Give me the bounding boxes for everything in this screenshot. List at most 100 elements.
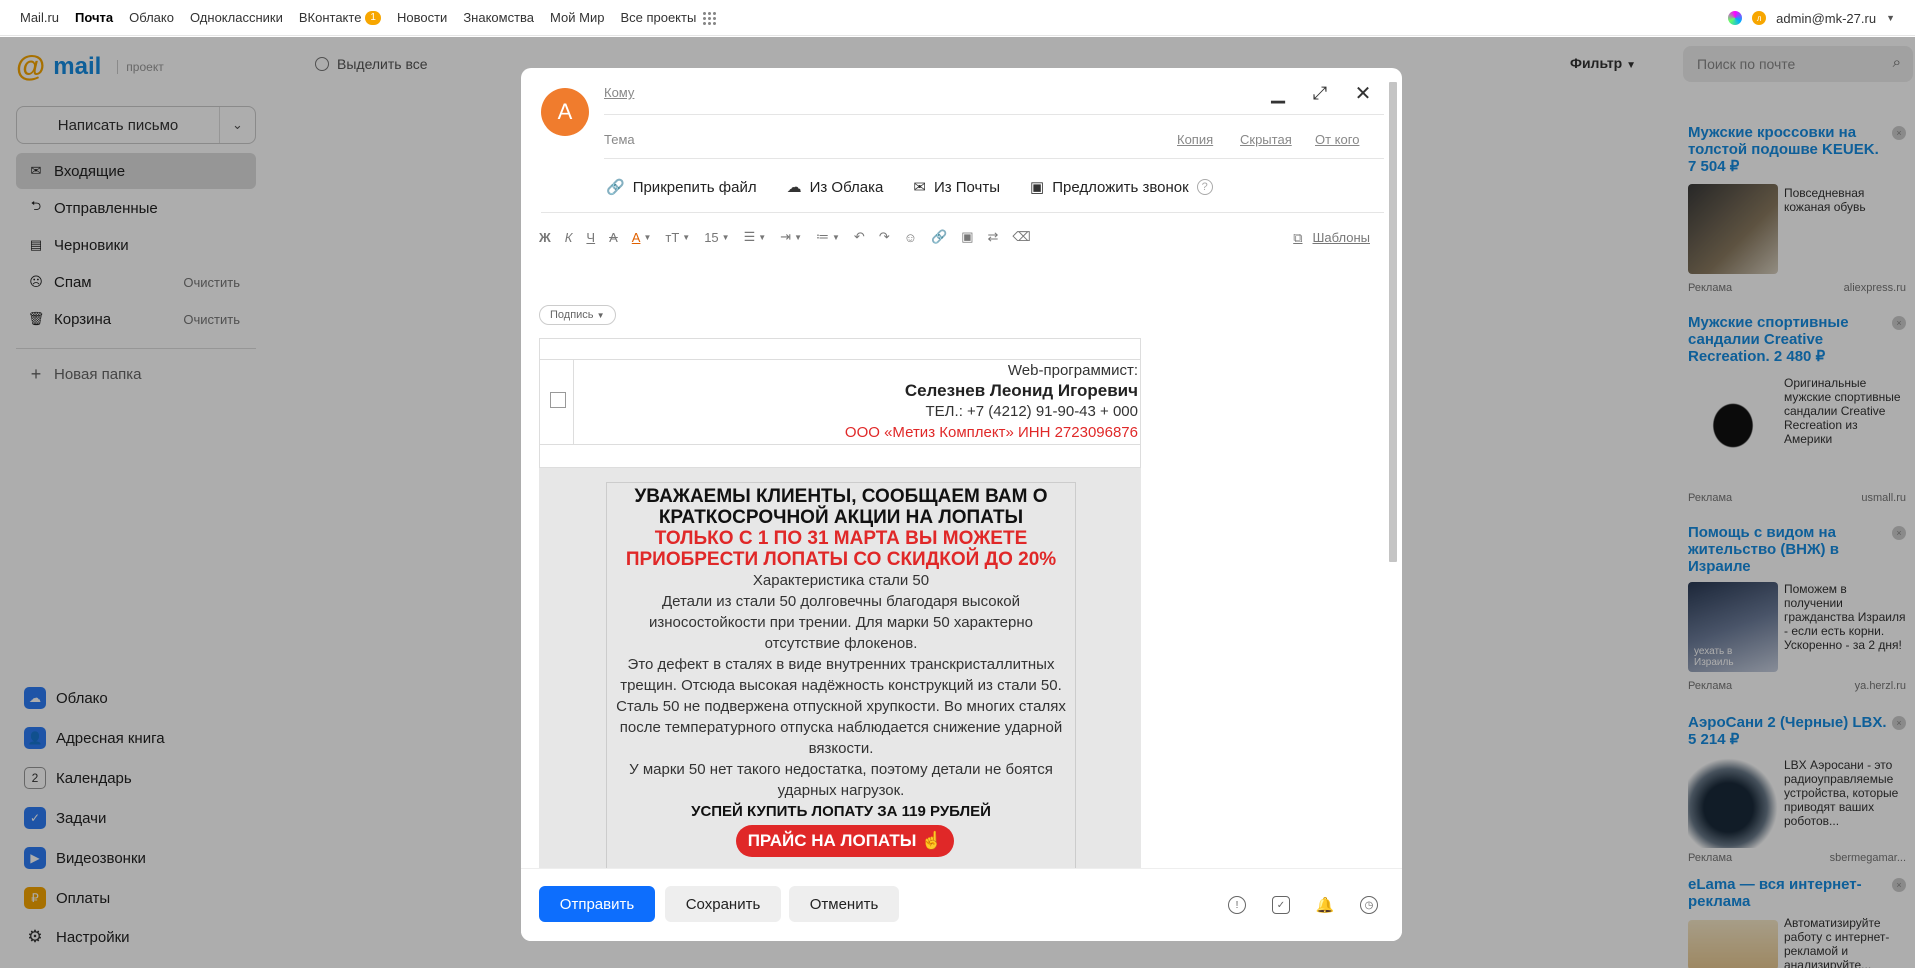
underline-icon[interactable]: Ч <box>586 230 595 245</box>
divider <box>573 359 574 444</box>
templates-label: Шаблоны <box>1312 230 1371 245</box>
important-icon[interactable]: ! <box>1228 896 1246 914</box>
nav-vk[interactable]: ВКонтакте 1 <box>299 10 381 25</box>
chevron-down-icon: ▼ <box>596 311 605 320</box>
translate-icon[interactable]: ⇄ <box>987 229 998 245</box>
cloud-icon: ☁ <box>786 179 802 196</box>
mail-icon: ✉ <box>913 179 926 196</box>
sender-avatar[interactable]: А <box>541 88 589 136</box>
help-icon[interactable]: ? <box>1196 179 1213 195</box>
nav-mailru[interactable]: Mail.ru <box>20 10 59 25</box>
suggest-call-button[interactable]: ▣ Предложить звонок? <box>1030 178 1213 196</box>
promo-content: УВАЖАЕМЫ КЛИЕНТЫ, СООБЩАЕМ ВАМ О КРАТКОС… <box>606 482 1076 882</box>
checkbox[interactable] <box>550 392 566 408</box>
templates-icon: ⧉ <box>1293 230 1303 245</box>
sig-company: ООО «Метиз Комплект» ИНН 2723096876 <box>844 424 1138 441</box>
emoji-icon[interactable]: ☺ <box>904 230 917 245</box>
nav-mymir[interactable]: Мой Мир <box>550 10 604 25</box>
attach-label: Из Почты <box>933 178 1001 196</box>
promo-text: Это дефект в сталях в виде внутренних тр… <box>620 656 1062 694</box>
to-field[interactable]: Кому <box>604 85 634 100</box>
user-avatar[interactable]: л <box>1752 11 1767 25</box>
nav-all-projects-label: Все проекты <box>620 10 697 25</box>
promo-text: Характеристика стали 50 <box>752 572 930 589</box>
nav-pochta[interactable]: Почта <box>75 10 113 25</box>
divider <box>541 212 1384 213</box>
scrollbar[interactable] <box>1388 82 1398 867</box>
expand-icon[interactable]: ⤢ <box>1309 82 1331 104</box>
sig-role: Web-программист: <box>1007 362 1138 379</box>
nav-news[interactable]: Новости <box>397 10 447 25</box>
indent-icon[interactable]: ⇥ ▼ <box>780 229 802 245</box>
nav-ok[interactable]: Одноклассники <box>190 10 283 25</box>
format-toolbar: Ж К Ч A A ▼ тТ ▼ 15 ▼ ☰ ▼ ⇥ ▼ ≔ ▼ ↶ ↷ ☺ 🔗 ▣ ⇄ … <box>539 229 1031 245</box>
minimize-icon[interactable]: ▁ <box>1267 82 1289 104</box>
subject-field[interactable]: Тема <box>604 132 635 147</box>
link-icon[interactable]: 🔗 <box>931 229 947 245</box>
strikethrough-icon[interactable]: A <box>609 230 618 245</box>
from-link[interactable]: От кого <box>1315 132 1359 147</box>
top-nav: Mail.ru Почта Облако Одноклассники ВКонт… <box>0 0 1915 36</box>
list-icon[interactable]: ≔ ▼ <box>816 229 840 245</box>
sig-name: Селезнев Леонид Игоревич <box>904 381 1138 400</box>
italic-icon[interactable]: К <box>565 230 573 245</box>
promo-bold: УСПЕЙ КУПИТЬ ЛОПАТУ ЗА 119 РУБЛЕЙ <box>691 803 991 820</box>
price-button-label: ПРАЙС НА ЛОПАТЫ <box>747 831 917 850</box>
undo-icon[interactable]: ↶ <box>854 229 865 245</box>
redo-icon[interactable]: ↷ <box>879 229 890 245</box>
attach-label: Прикрепить файл <box>632 178 757 196</box>
divider <box>604 114 1384 115</box>
signature-table: Web-программист: Селезнев Леонид Игореви… <box>539 338 1141 468</box>
vk-badge: 1 <box>365 10 381 25</box>
compose-footer: Отправить Сохранить Отменить ! ✓ 🔔 ◷ <box>521 868 1402 941</box>
receipt-icon[interactable]: ✓ <box>1272 896 1290 914</box>
font-size-value: 15 <box>704 229 719 245</box>
clear-format-icon[interactable]: ⌫ <box>1012 229 1030 245</box>
nav-vk-label: ВКонтакте <box>298 10 362 25</box>
pointer-icon: ☝ <box>921 831 943 850</box>
user-area: л admin@mk-27.ru ▼ <box>1728 0 1895 36</box>
promo-banner: УВАЖАЕМЫ КЛИЕНТЫ, СООБЩАЕМ ВАМ О КРАТКОС… <box>539 468 1141 882</box>
templates-link[interactable]: ⧉ Шаблоны <box>1293 230 1370 246</box>
assistant-orb-icon[interactable] <box>1728 11 1743 25</box>
chevron-down-icon[interactable]: ▼ <box>1886 13 1895 23</box>
cancel-button[interactable]: Отменить <box>789 886 899 922</box>
cc-link[interactable]: Копия <box>1177 132 1213 147</box>
from-cloud-button[interactable]: ☁ Из Облака <box>786 178 884 197</box>
align-icon[interactable]: ☰ ▼ <box>744 229 767 245</box>
bell-icon[interactable]: 🔔 <box>1316 896 1335 914</box>
paperclip-icon: 🔗 <box>606 179 625 196</box>
image-icon[interactable]: ▣ <box>961 229 973 245</box>
clock-icon[interactable]: ◷ <box>1360 896 1378 914</box>
bcc-link[interactable]: Скрытая <box>1240 132 1292 147</box>
scrollbar-thumb[interactable] <box>1389 82 1397 562</box>
promo-text: Детали из стали 50 долговечны благодаря … <box>648 593 1033 652</box>
signature-dropdown[interactable]: Подпись ▼ <box>539 305 616 325</box>
nav-all-projects[interactable]: Все проекты <box>620 10 717 25</box>
divider <box>604 158 1384 159</box>
compose-dialog: А Кому ▁ ⤢ ✕ Тема Копия Скрытая От кого … <box>521 68 1402 941</box>
price-button[interactable]: ПРАЙС НА ЛОПАТЫ ☝ <box>736 825 954 857</box>
grid-icon <box>702 10 717 25</box>
nav-dating[interactable]: Знакомства <box>463 10 534 25</box>
sig-phone: ТЕЛ.: +7 (4212) 91-90-43 + 000 <box>925 403 1138 420</box>
video-call-icon: ▣ <box>1030 179 1045 196</box>
promo-text: У марки 50 нет такого недостатка, поэтом… <box>629 761 1053 799</box>
nav-oblako[interactable]: Облако <box>129 10 174 25</box>
font-size-select[interactable]: 15 ▼ <box>704 230 729 245</box>
text-color-icon[interactable]: A ▼ <box>632 230 652 245</box>
user-email[interactable]: admin@mk-27.ru <box>1776 11 1876 26</box>
close-icon[interactable]: ✕ <box>1352 82 1374 105</box>
from-mail-button[interactable]: ✉ Из Почты <box>913 178 1001 197</box>
save-button[interactable]: Сохранить <box>665 886 781 922</box>
bold-icon[interactable]: Ж <box>539 230 551 245</box>
divider <box>540 359 1140 360</box>
signature-label: Подпись <box>550 309 594 321</box>
attach-row: 🔗 Прикрепить файл ☁ Из Облака ✉ Из Почты ▣ П… <box>606 178 1213 196</box>
attach-label: Из Облака <box>809 178 884 196</box>
font-icon[interactable]: тТ ▼ <box>665 230 690 245</box>
attach-file-button[interactable]: 🔗 Прикрепить файл <box>606 178 757 197</box>
send-button[interactable]: Отправить <box>539 886 655 922</box>
divider <box>540 444 1140 445</box>
attach-label: Предложить звонок <box>1052 178 1189 196</box>
